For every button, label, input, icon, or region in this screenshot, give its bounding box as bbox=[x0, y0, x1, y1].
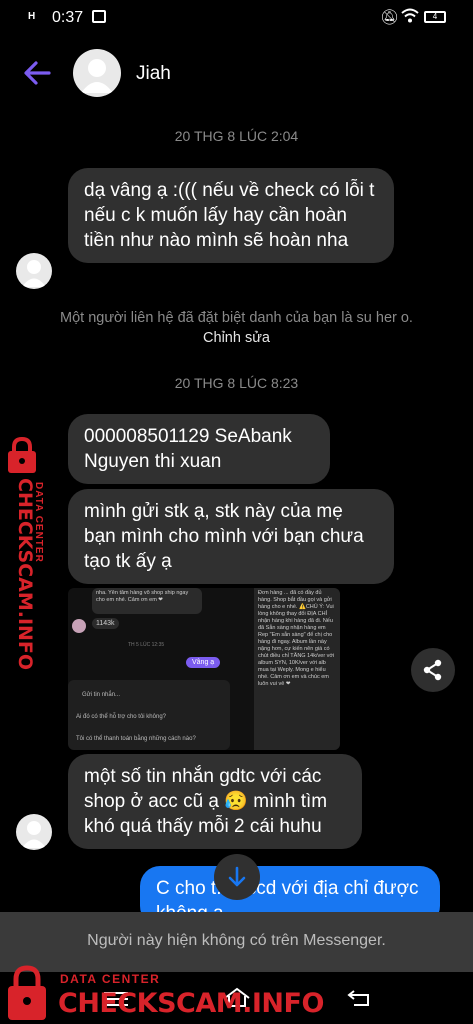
image-mini-reply: Vâng ạ bbox=[186, 657, 221, 668]
share-button[interactable] bbox=[411, 648, 455, 692]
incoming-message[interactable]: mình gửi stk ạ, stk này của mẹ bạn mình … bbox=[68, 489, 394, 584]
image-mini-time: TH 5 LÚC 12:35 bbox=[128, 642, 165, 648]
watermark-bottom: DATA CENTER CHECKSCAM.INFO bbox=[0, 962, 324, 1024]
watermark-side: CHECKSCAM.INFO DATA CENTER bbox=[0, 436, 56, 670]
conversation-header: Jiah bbox=[0, 36, 473, 112]
contact-avatar[interactable] bbox=[73, 49, 121, 97]
watermark-sub-text: DATA CENTER bbox=[33, 482, 44, 563]
scroll-down-button[interactable] bbox=[214, 854, 260, 900]
nickname-system-note: Một người liên hệ đã đặt biệt danh của b… bbox=[60, 308, 413, 348]
message-timestamp: 20 THG 8 LÚC 8:23 bbox=[174, 375, 299, 391]
system-back-icon[interactable] bbox=[346, 986, 374, 1008]
share-icon bbox=[423, 659, 442, 681]
image-mini-price: 1143k bbox=[92, 618, 119, 629]
mute-icon: 🔕︎ bbox=[380, 9, 400, 26]
wifi-icon bbox=[401, 8, 419, 27]
incoming-message[interactable]: dạ vâng ạ :((( nếu về check có lỗi t nếu… bbox=[68, 168, 394, 263]
contact-name[interactable]: Jiah bbox=[136, 63, 171, 85]
image-right-panel: Đơn hàng ... đã có đầy đủ hàng. Shop bắt… bbox=[254, 588, 340, 750]
message-timestamp: 20 THG 8 LÚC 2:04 bbox=[174, 128, 299, 144]
system-note-text: Một người liên hệ đã đặt biệt danh của b… bbox=[60, 310, 413, 326]
watermark-main-text: CHECKSCAM.INFO bbox=[58, 988, 324, 1019]
battery-icon: 4 bbox=[424, 11, 446, 23]
image-mini-input: Gửi tin nhắn... bbox=[82, 692, 121, 698]
watermark-lock-icon bbox=[2, 436, 48, 476]
gallery-icon bbox=[92, 10, 106, 23]
image-mini-question: Ai đó có thể hỗ trợ cho tôi không? bbox=[76, 714, 166, 720]
signal-icon: H bbox=[28, 11, 36, 22]
image-message[interactable]: nha. Yên tâm hàng vô shop ship ngay cho … bbox=[68, 588, 340, 750]
incoming-message[interactable]: một số tin nhắn gdtc với các shop ở acc … bbox=[68, 754, 362, 849]
image-mini-avatar bbox=[72, 619, 86, 633]
scroll-down-icon bbox=[228, 866, 246, 887]
edit-nickname-link[interactable]: Chỉnh sửa bbox=[203, 330, 270, 346]
sender-avatar bbox=[16, 253, 52, 289]
unavailable-text: Người này hiện không có trên Messenger. bbox=[87, 932, 386, 949]
watermark-sub-text: DATA CENTER bbox=[60, 972, 161, 986]
watermark-lock-icon bbox=[4, 964, 50, 1022]
image-mini-bubble: nha. Yên tâm hàng vô shop ship ngay cho … bbox=[92, 588, 202, 614]
status-bar: H 0:37 🔕︎ 4 bbox=[0, 0, 473, 36]
incoming-message[interactable]: 000008501129 SeAbank Nguyen thi xuan bbox=[68, 414, 330, 484]
sender-avatar bbox=[16, 814, 52, 850]
status-time: 0:37 bbox=[52, 9, 84, 26]
back-arrow-icon[interactable] bbox=[22, 60, 52, 86]
image-mini-question: Tôi có thể thanh toán bằng những cách nà… bbox=[76, 736, 196, 742]
